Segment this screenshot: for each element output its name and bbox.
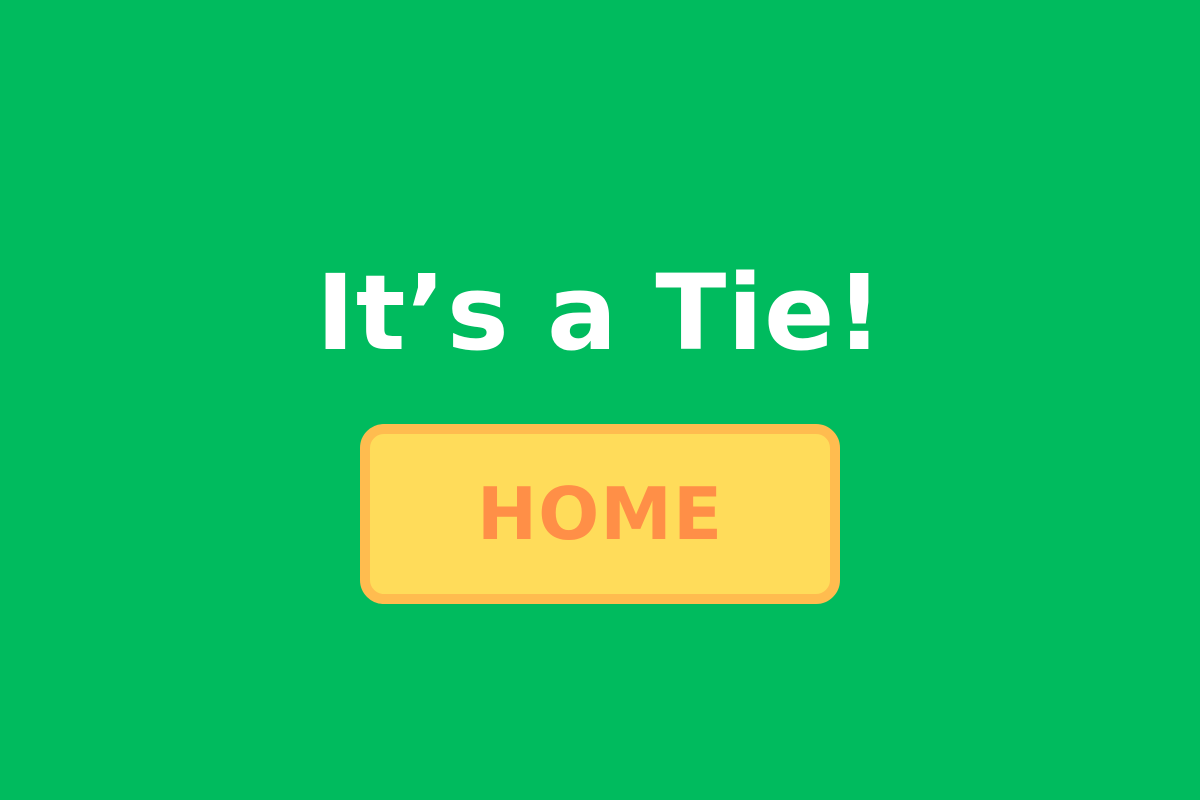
tie-result-title: It’s a Tie! [316, 252, 884, 374]
tie-result-screen: It’s a Tie! HOME [0, 0, 1200, 800]
home-button[interactable]: HOME [360, 424, 840, 604]
home-button-label: HOME [476, 472, 724, 556]
